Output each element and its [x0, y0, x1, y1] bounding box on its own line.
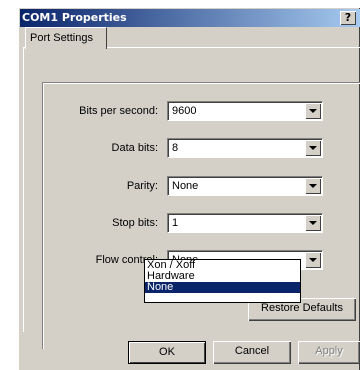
chevron-down-icon[interactable]	[305, 140, 321, 156]
chevron-down-icon[interactable]	[305, 103, 321, 119]
flow-control-label: Flow control:	[95, 254, 158, 266]
title-bar[interactable]: COM1 Properties ?	[20, 9, 360, 27]
data-bits-value: 8	[172, 142, 179, 154]
tab-port-settings[interactable]: Port Settings	[25, 27, 107, 49]
parity-label: Parity:	[126, 180, 158, 192]
bits-per-second-value: 9600	[172, 105, 197, 117]
chevron-down-icon[interactable]	[305, 215, 321, 231]
tab-label: Port Settings	[30, 32, 93, 44]
chevron-down-icon[interactable]	[305, 252, 321, 268]
parity-select[interactable]: None	[167, 176, 323, 196]
properties-dialog: COM1 Properties ? Port Settings Bits per…	[18, 7, 360, 370]
window-title: COM1 Properties	[22, 11, 127, 24]
help-button[interactable]: ?	[340, 11, 356, 25]
parity-value: None	[172, 180, 199, 192]
ok-button[interactable]: OK	[128, 341, 206, 364]
apply-button[interactable]: Apply	[298, 341, 360, 364]
dropdown-option-none[interactable]: None	[145, 282, 300, 293]
stop-bits-select[interactable]: 1	[167, 213, 323, 233]
flow-control-dropdown-list[interactable]: Xon / Xoff Hardware None	[144, 259, 301, 303]
data-bits-label: Data bits:	[111, 142, 158, 154]
chevron-down-icon[interactable]	[305, 178, 321, 194]
stop-bits-label: Stop bits:	[112, 217, 158, 229]
bits-per-second-label: Bits per second:	[79, 105, 158, 117]
cancel-button[interactable]: Cancel	[213, 341, 291, 364]
stop-bits-value: 1	[172, 217, 179, 229]
data-bits-select[interactable]: 8	[167, 138, 323, 158]
bits-per-second-select[interactable]: 9600	[167, 101, 323, 121]
